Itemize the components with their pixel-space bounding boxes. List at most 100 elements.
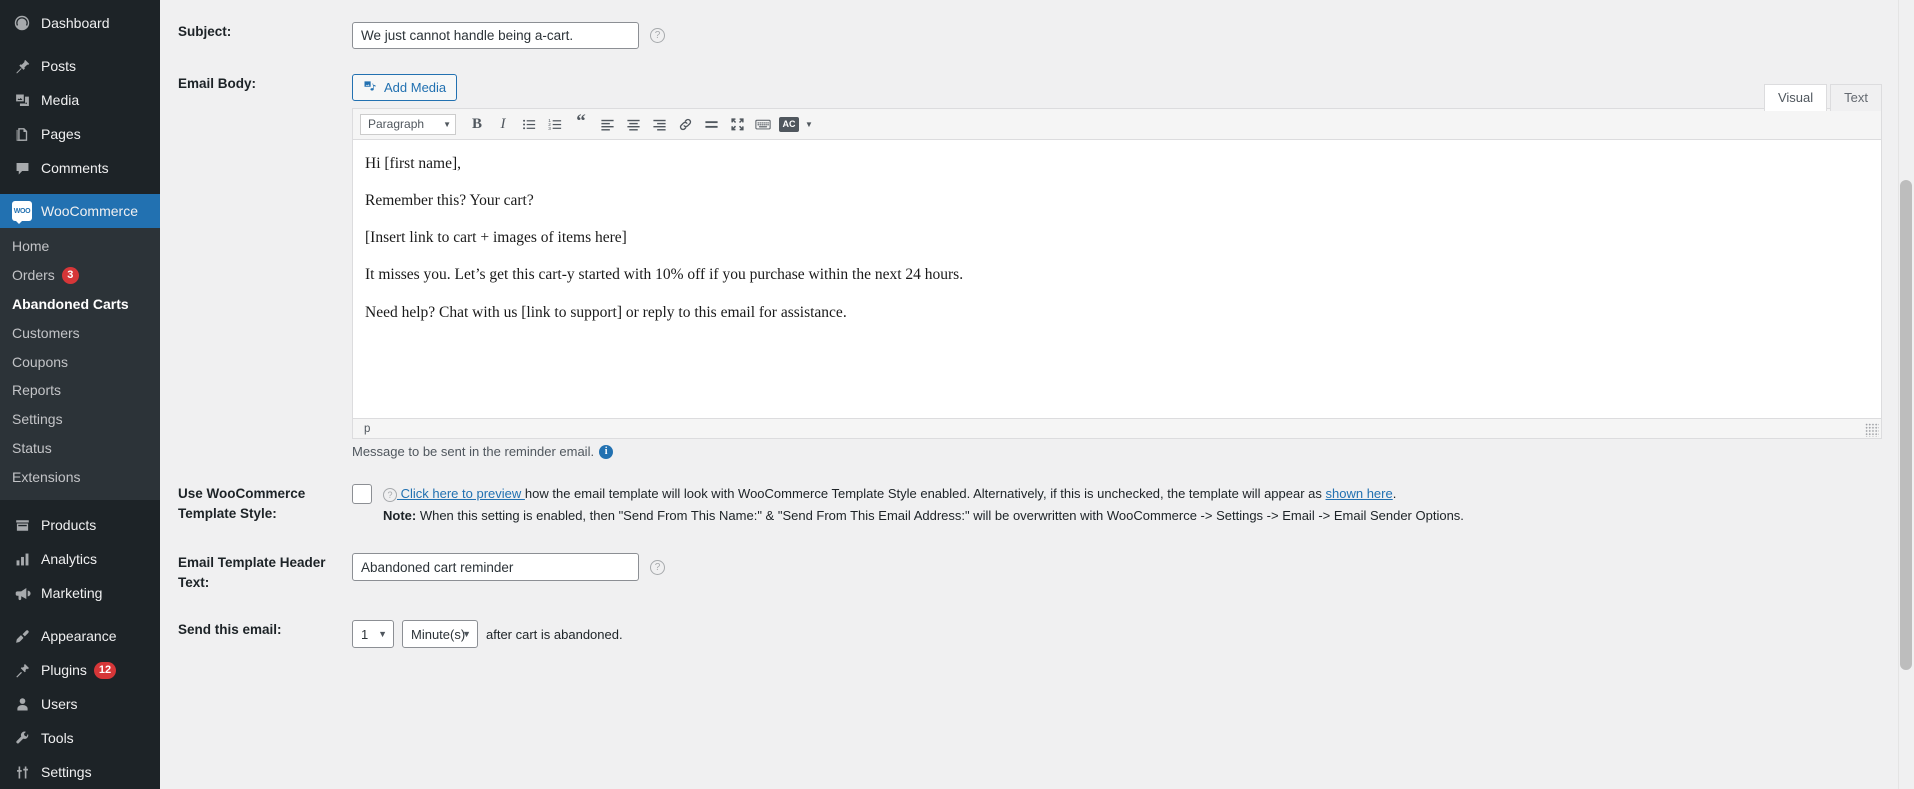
align-left-icon[interactable] [594, 112, 620, 137]
help-circle-icon[interactable]: ? [383, 487, 397, 502]
admin-sidebar: Dashboard Posts Media Pages Comments WOO… [0, 0, 160, 789]
spellcheck-abc-icon[interactable]: AC [776, 112, 802, 137]
editor-statusbar: p [353, 418, 1881, 438]
sidebar-item-home[interactable]: Home [0, 232, 160, 261]
tools-icon [12, 728, 32, 748]
sidebar-item-comments[interactable]: Comments [0, 151, 160, 185]
send-this-email-label: Send this email: [178, 622, 282, 638]
bold-icon[interactable]: B [464, 112, 490, 137]
use-woocommerce-template-style-checkbox[interactable] [352, 484, 372, 504]
insert-link-icon[interactable] [672, 112, 698, 137]
sidebar-item-label: Products [41, 517, 97, 534]
page-scrollbar-thumb[interactable] [1900, 180, 1912, 670]
sidebar-item-abandoned-carts[interactable]: Abandoned Carts [0, 290, 160, 319]
italic-icon[interactable]: I [490, 112, 516, 137]
sidebar-item-reports[interactable]: Reports [0, 376, 160, 405]
add-media-button[interactable]: Add Media [352, 74, 458, 101]
info-icon[interactable]: i [599, 444, 614, 459]
sidebar-item-label: Settings [41, 764, 92, 781]
send-email-unit-select[interactable]: Minute(s) ▼ [402, 620, 478, 649]
tab-text[interactable]: Text [1830, 84, 1882, 111]
email-template-header-text-label: Email Template Header Text: [178, 555, 326, 590]
sidebar-item-analytics[interactable]: Analytics [0, 542, 160, 576]
woocommerce-logo-icon: WOO [12, 201, 32, 224]
plugins-count-badge: 12 [93, 661, 117, 679]
pin-icon [12, 56, 32, 76]
settings-form: Subject: ? Email Body: Visual Text [160, 0, 1914, 789]
media-icon [12, 90, 32, 110]
subject-label: Subject: [178, 24, 232, 39]
blockquote-icon[interactable]: “ [568, 112, 594, 137]
tab-visual[interactable]: Visual [1763, 84, 1828, 111]
sidebar-item-label: Pages [41, 126, 81, 142]
shown-here-link[interactable]: shown here [1326, 486, 1393, 501]
format-select[interactable]: Paragraph ▼ [360, 113, 456, 135]
sidebar-item-media[interactable]: Media [0, 83, 160, 117]
format-select-value: Paragraph [368, 117, 425, 131]
editor-resize-handle[interactable] [1865, 423, 1879, 437]
read-more-icon[interactable] [698, 112, 724, 137]
users-icon [12, 694, 32, 714]
sidebar-item-posts[interactable]: Posts [0, 49, 160, 83]
sidebar-item-dashboard[interactable]: Dashboard [0, 6, 160, 40]
align-right-icon[interactable] [646, 112, 672, 137]
note-text: When this setting is enabled, then "Send… [416, 508, 1464, 524]
editor-paragraph: [Insert link to cart + images of items h… [365, 229, 627, 247]
submenu-label: Reports [12, 382, 62, 399]
sidebar-bottom-group: Products Analytics Marketing Appearance [0, 508, 160, 789]
subject-input[interactable] [352, 22, 639, 49]
help-circle-icon[interactable]: ? [650, 559, 665, 575]
email-template-header-text-row: Email Template Header Text: ? [160, 553, 1890, 592]
help-circle-icon[interactable]: ? [650, 28, 665, 43]
tinymce-editor: Paragraph ▼ B I 123 “ AC ▼ Hi [first nam… [352, 108, 1882, 439]
settings-icon [12, 762, 32, 782]
fullscreen-icon[interactable] [724, 112, 750, 137]
editor-paragraph: Hi [first name], [365, 155, 461, 172]
sidebar-item-status[interactable]: Status [0, 434, 160, 463]
send-email-field-wrap: 1 ▼ Minute(s) ▼ after cart is abandoned. [352, 620, 1890, 649]
plugins-icon [12, 660, 32, 680]
click-here-to-preview-link[interactable]: Click here to preview [397, 486, 525, 501]
sidebar-item-woocommerce[interactable]: WOO WooCommerce [0, 194, 160, 228]
send-this-email-row: Send this email: 1 ▼ Minute(s) ▼ after c… [160, 620, 1890, 649]
editor-content[interactable]: Hi [first name], Remember this? Your car… [353, 140, 1881, 418]
sidebar-item-extensions[interactable]: Extensions [0, 463, 160, 492]
email-body-hint-text: Message to be sent in the reminder email… [352, 444, 595, 459]
bulleted-list-icon[interactable] [516, 112, 542, 137]
sidebar-item-settings[interactable]: Settings [0, 755, 160, 789]
spellcheck-chevron-down-icon[interactable]: ▼ [802, 120, 816, 129]
sidebar-item-label: Comments [41, 160, 109, 176]
editor-element-path[interactable]: p [364, 423, 370, 435]
sidebar-item-orders[interactable]: Orders 3 [0, 261, 160, 290]
send-email-amount-value: 1 [361, 626, 369, 642]
sidebar-item-appearance[interactable]: Appearance [0, 619, 160, 653]
sidebar-item-pages[interactable]: Pages [0, 117, 160, 151]
align-center-icon[interactable] [620, 112, 646, 137]
numbered-list-icon[interactable]: 123 [542, 112, 568, 137]
analytics-icon [12, 549, 32, 569]
sidebar-item-products[interactable]: Products [0, 508, 160, 542]
submenu-label: Customers [12, 324, 80, 341]
sidebar-item-coupons[interactable]: Coupons [0, 348, 160, 377]
email-template-header-text-input[interactable] [352, 553, 639, 582]
sidebar-item-plugins[interactable]: Plugins 12 [0, 653, 160, 687]
sidebar-item-label: Media [41, 92, 80, 108]
submenu-label: Home [12, 238, 50, 254]
sidebar-item-settings-woo[interactable]: Settings [0, 405, 160, 434]
pages-icon [12, 124, 32, 144]
template-style-description-end: . [1392, 486, 1397, 501]
sidebar-item-label: Plugins [41, 662, 87, 679]
email-body-field-wrap: Visual Text Add Media Paragraph ▼ B I 1 … [352, 74, 1890, 459]
submenu-label: Abandoned Carts [12, 295, 129, 312]
subject-row: Subject: ? [160, 22, 1890, 49]
sidebar-item-users[interactable]: Users [0, 687, 160, 721]
page-scrollbar-track[interactable] [1898, 0, 1914, 789]
sidebar-item-marketing[interactable]: Marketing [0, 576, 160, 610]
submenu-label: Extensions [12, 469, 81, 486]
sidebar-item-customers[interactable]: Customers [0, 319, 160, 348]
sidebar-item-tools[interactable]: Tools [0, 721, 160, 755]
svg-text:3: 3 [548, 126, 551, 131]
template-style-note: Note: When this setting is enabled, then… [383, 506, 1878, 526]
keyboard-shortcuts-icon[interactable] [750, 112, 776, 137]
send-email-amount-select[interactable]: 1 ▼ [352, 620, 394, 649]
